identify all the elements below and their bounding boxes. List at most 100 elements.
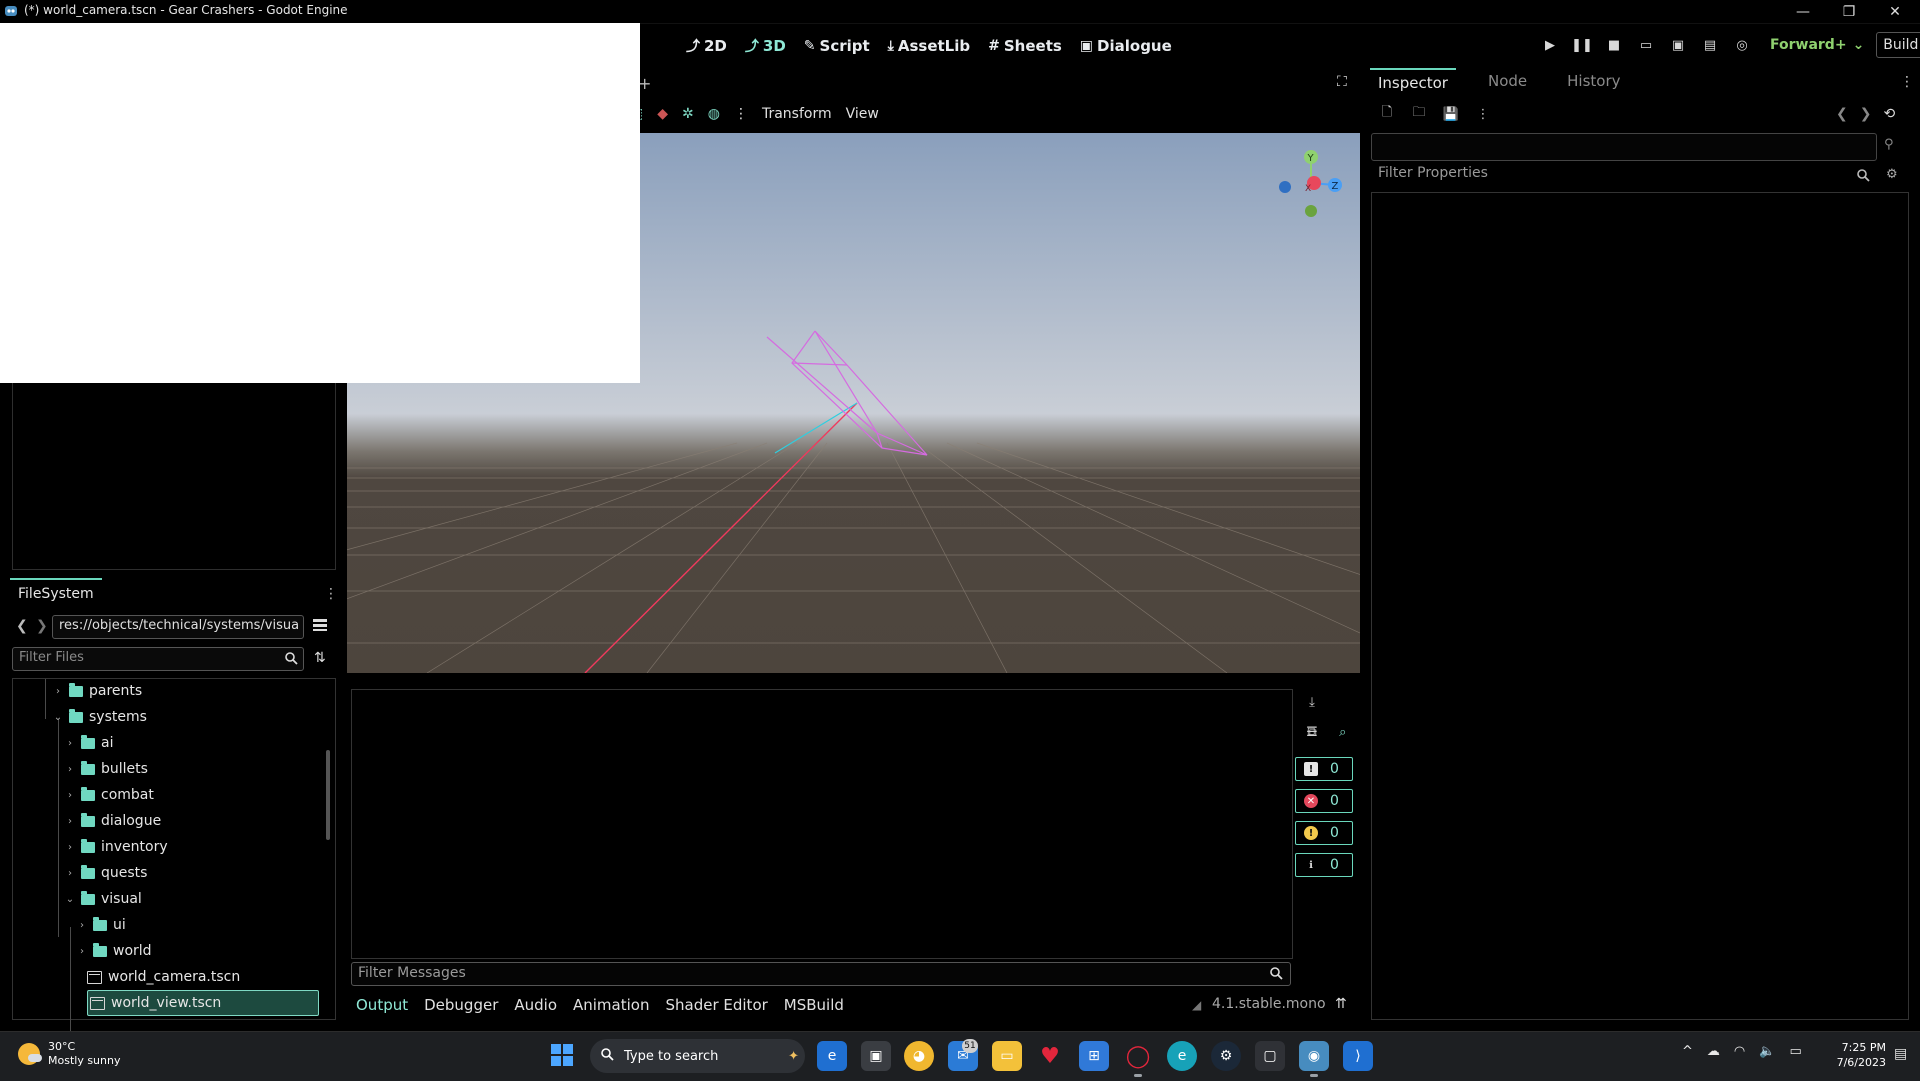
- tab-shader-editor[interactable]: Shader Editor: [665, 996, 767, 1014]
- play-custom-scene-button[interactable]: ▤: [1700, 35, 1720, 55]
- vscode-icon[interactable]: ⟩: [1343, 1041, 1373, 1071]
- taskbar-search[interactable]: Type to search ✦: [590, 1039, 805, 1073]
- system-clock[interactable]: 7:25 PM 7/6/2023: [1826, 1040, 1886, 1070]
- workspace-sheets[interactable]: # Sheets: [988, 34, 1062, 58]
- remote-debug-icon[interactable]: ▭: [1636, 35, 1656, 55]
- list-item[interactable]: ⌄ systems: [53, 705, 147, 729]
- chevron-right-icon[interactable]: ›: [65, 842, 75, 853]
- message-counter[interactable]: ! 0: [1295, 757, 1353, 781]
- warning-counter[interactable]: ! 0: [1295, 821, 1353, 845]
- list-item[interactable]: world_view.tscn: [87, 990, 319, 1016]
- add-tab-icon[interactable]: +: [638, 74, 651, 93]
- list-item[interactable]: › combat: [65, 783, 154, 807]
- heart-app-icon[interactable]: ♥: [1035, 1041, 1065, 1071]
- chevron-right-icon[interactable]: ›: [65, 868, 75, 879]
- orientation-gizmo[interactable]: Y Z X: [1269, 145, 1347, 223]
- scene-tree-panel[interactable]: [12, 383, 336, 570]
- maximize-button[interactable]: ❐: [1826, 0, 1872, 23]
- minimize-button[interactable]: —: [1780, 0, 1826, 23]
- list-item[interactable]: › dialogue: [65, 809, 161, 833]
- workspace-dialogue[interactable]: ▣ Dialogue: [1080, 34, 1172, 58]
- movie-maker-icon[interactable]: ◎: [1732, 35, 1752, 55]
- split-layout-icon[interactable]: [312, 617, 328, 635]
- workspace-script[interactable]: ✎ Script: [804, 34, 870, 58]
- task-view-icon[interactable]: ▣: [861, 1041, 891, 1071]
- chevron-right-icon[interactable]: ›: [77, 920, 87, 931]
- list-item[interactable]: › world: [77, 939, 152, 963]
- engine-version[interactable]: 4.1.stable.mono: [1212, 996, 1326, 1012]
- transform-menu[interactable]: Transform: [762, 106, 832, 122]
- kebab-menu-icon[interactable]: ⋮: [1474, 105, 1492, 123]
- godot-taskbar-icon[interactable]: ◉: [1299, 1041, 1329, 1077]
- chevron-right-icon[interactable]: ›: [65, 764, 75, 775]
- open-folder-icon[interactable]: 🗀: [1410, 105, 1428, 123]
- steam-icon[interactable]: ⚙: [1211, 1041, 1241, 1071]
- renderer-selector[interactable]: Forward+ ⌄: [1770, 37, 1864, 53]
- pause-button[interactable]: ❚❚: [1571, 35, 1593, 55]
- file-explorer-icon[interactable]: ▭: [992, 1041, 1022, 1071]
- chevron-right-icon[interactable]: ›: [77, 946, 87, 957]
- workspace-3d[interactable]: ⤴ 3D: [745, 34, 786, 58]
- list-item[interactable]: › bullets: [65, 757, 148, 781]
- output-log[interactable]: [351, 689, 1293, 959]
- tab-inspector[interactable]: Inspector: [1370, 68, 1456, 98]
- collapse-icon[interactable]: ☰: [1302, 723, 1322, 743]
- chevron-down-icon[interactable]: ⌄: [65, 894, 75, 905]
- tab-history[interactable]: History: [1559, 68, 1628, 98]
- fullscreen-icon[interactable]: ⛶: [1337, 74, 1347, 90]
- list-item[interactable]: › ai: [65, 731, 113, 755]
- tab-audio[interactable]: Audio: [514, 996, 557, 1014]
- microsoft-store-icon[interactable]: ⊞: [1079, 1041, 1109, 1071]
- kebab-menu-icon[interactable]: ⋮: [734, 106, 748, 122]
- back-arrow-icon[interactable]: ❮: [1836, 106, 1848, 122]
- discord-icon[interactable]: ◕: [904, 1041, 934, 1071]
- kebab-menu-icon[interactable]: ⋮: [324, 586, 338, 602]
- chevron-right-icon[interactable]: ›: [65, 738, 75, 749]
- chevron-up-icon[interactable]: ^: [1682, 1044, 1693, 1059]
- filter-messages-input[interactable]: Filter Messages: [351, 962, 1291, 986]
- save-icon[interactable]: 💾: [1442, 105, 1460, 123]
- twitch-icon[interactable]: ▢: [1255, 1041, 1285, 1071]
- list-item[interactable]: › inventory: [65, 835, 168, 859]
- new-resource-icon[interactable]: 🗋: [1378, 105, 1396, 123]
- preview-sun-icon[interactable]: ◆: [657, 106, 668, 122]
- tab-debugger[interactable]: Debugger: [424, 996, 498, 1014]
- volume-icon[interactable]: 🔈: [1759, 1044, 1775, 1059]
- editor-message-counter[interactable]: ℹ0: [1295, 853, 1353, 877]
- filter-properties-input[interactable]: Filter Properties: [1378, 165, 1488, 181]
- expand-bottom-panel-icon[interactable]: ⇈: [1335, 996, 1347, 1012]
- clear-output-icon[interactable]: ⤓: [1302, 692, 1322, 712]
- weather-widget[interactable]: 30°C Mostly sunny: [18, 1040, 120, 1068]
- tab-msbuild[interactable]: MSBuild: [784, 996, 844, 1014]
- error-counter[interactable]: ✕ 0: [1295, 789, 1353, 813]
- chevron-right-icon[interactable]: ›: [65, 790, 75, 801]
- tab-animation[interactable]: Animation: [573, 996, 649, 1014]
- wifi-icon[interactable]: ◠: [1734, 1044, 1745, 1059]
- list-item[interactable]: ⌄ visual: [65, 887, 142, 911]
- tab-node[interactable]: Node: [1480, 68, 1535, 98]
- onedrive-cloud-icon[interactable]: ☁: [1707, 1044, 1720, 1059]
- filter-files-input[interactable]: Filter Files: [12, 647, 304, 671]
- back-arrow-icon[interactable]: ❮: [16, 618, 28, 634]
- list-item[interactable]: world_camera.tscn: [87, 965, 240, 989]
- sun-icon[interactable]: ✲: [682, 106, 694, 122]
- notification-icon[interactable]: ▤: [1894, 1046, 1907, 1062]
- forward-arrow-icon[interactable]: ❯: [36, 618, 48, 634]
- workspace-assetlib[interactable]: ⤓ AssetLib: [888, 34, 970, 58]
- stop-button[interactable]: ■: [1604, 35, 1624, 55]
- build-button[interactable]: Build: [1876, 32, 1920, 58]
- chevron-down-icon[interactable]: ⌄: [53, 712, 63, 723]
- play-project-button[interactable]: ▶: [1540, 35, 1560, 55]
- opera-icon[interactable]: ◯: [1123, 1041, 1153, 1077]
- play-scene-button[interactable]: ▣: [1668, 35, 1688, 55]
- battery-icon[interactable]: ▭: [1789, 1044, 1801, 1059]
- history-icon[interactable]: ⟲: [1883, 106, 1895, 122]
- sort-icon[interactable]: ⇅: [314, 650, 326, 666]
- inspector-body[interactable]: [1371, 192, 1909, 1020]
- windows-start-button[interactable]: [551, 1044, 573, 1066]
- list-item[interactable]: › quests: [65, 861, 147, 885]
- filesystem-scrollbar[interactable]: [326, 750, 330, 840]
- list-item[interactable]: › parents: [53, 679, 142, 703]
- object-properties-icon[interactable]: ⚲: [1884, 137, 1894, 152]
- search-icon[interactable]: ⌕: [1333, 723, 1353, 743]
